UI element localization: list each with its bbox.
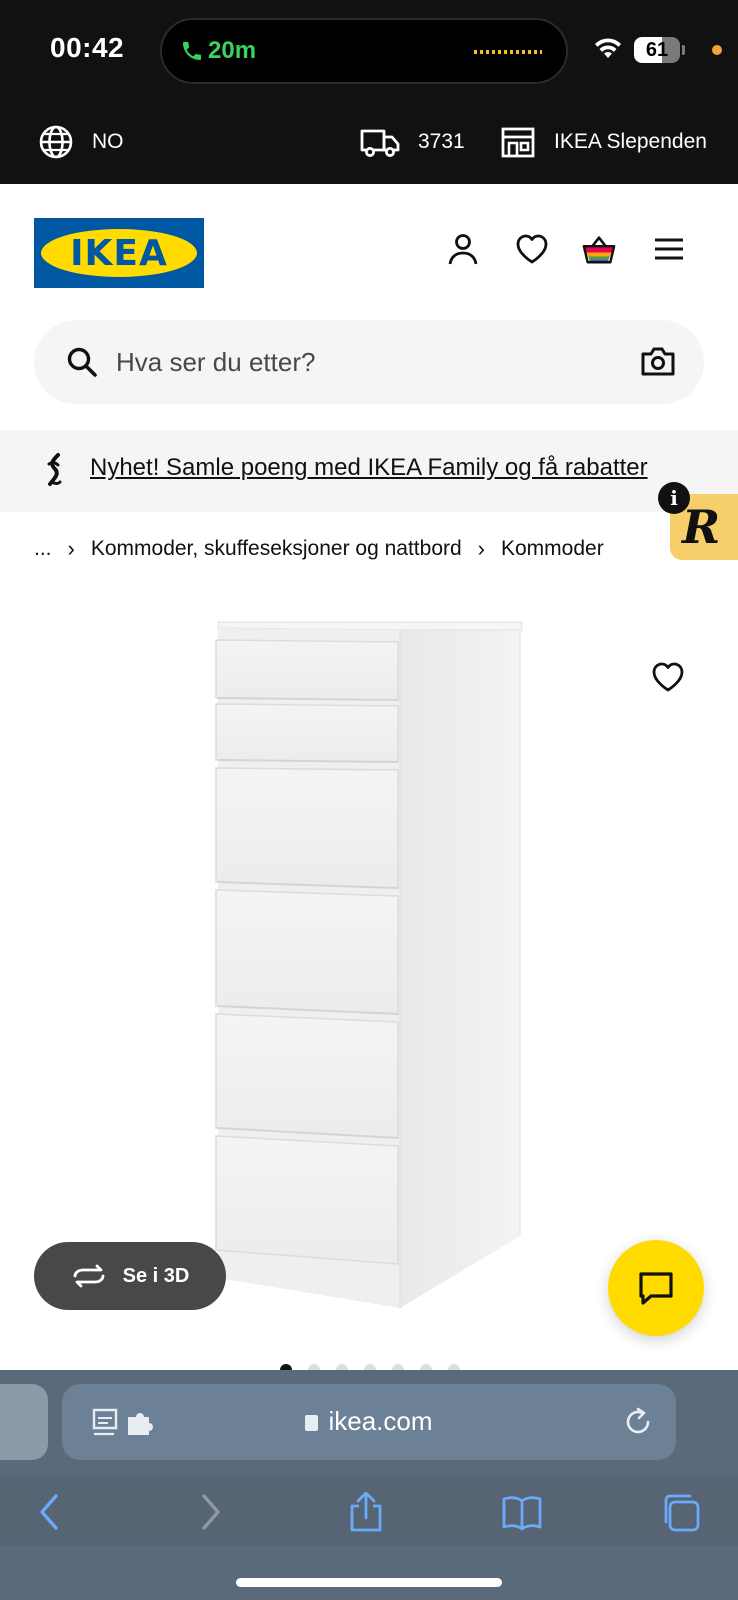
ikea-logo[interactable]: IKEA [34, 218, 204, 288]
store-selector[interactable]: IKEA Slependen [500, 124, 707, 160]
site-header: IKEA [0, 184, 738, 316]
lock-icon [305, 1415, 319, 1431]
logo-text: IKEA [70, 232, 168, 274]
reload-icon[interactable] [622, 1406, 654, 1438]
url-text: ikea.com [328, 1406, 433, 1436]
info-icon[interactable]: i [658, 482, 690, 514]
promo-link[interactable]: Nyhet! Samle poeng med IKEA Family og få… [90, 454, 648, 482]
logo-ellipse: IKEA [41, 229, 197, 277]
promo-banner: Nyhet! Samle poeng med IKEA Family og få… [0, 430, 738, 512]
utility-bar: NO 3731 IKEA Slependen [0, 100, 738, 184]
breadcrumb-current[interactable]: Kommoder [501, 537, 604, 561]
phone-icon [183, 42, 201, 60]
search-bar[interactable] [34, 320, 704, 404]
call-duration: 20m [208, 37, 257, 64]
camera-search-icon[interactable] [640, 344, 676, 378]
breadcrumb-parent[interactable]: Kommoder, skuffeseksjoner og nattbord [91, 537, 462, 561]
dynamic-island[interactable]: 20m [160, 18, 568, 84]
widget-logo: R [682, 500, 721, 554]
chat-bubble-icon [639, 1272, 673, 1305]
rotate-3d-icon [73, 1264, 105, 1288]
language-selector[interactable]: NO [38, 124, 124, 160]
breadcrumb-ellipsis[interactable]: ... [34, 537, 52, 561]
battery-tip [682, 45, 685, 55]
audio-waveform-icon [474, 50, 542, 54]
back-icon[interactable] [30, 1492, 70, 1532]
language-label: NO [92, 130, 124, 153]
add-to-favourites-icon[interactable] [650, 660, 686, 694]
search-input[interactable] [116, 340, 616, 384]
menu-icon[interactable] [652, 232, 686, 266]
favourites-icon[interactable] [515, 232, 549, 266]
search-icon [67, 347, 97, 377]
view-in-3d-button[interactable]: Se i 3D [34, 1242, 226, 1310]
bookmarks-icon[interactable] [502, 1492, 542, 1532]
account-icon[interactable] [446, 232, 480, 266]
globe-icon [39, 125, 73, 159]
privacy-indicator-dot [712, 45, 722, 55]
chat-button[interactable] [608, 1240, 704, 1336]
basket-icon[interactable] [582, 232, 616, 266]
browser-nav-row [0, 1476, 738, 1546]
chevron-right-icon: › [67, 536, 75, 561]
status-time: 00:42 [50, 32, 125, 63]
truck-icon [360, 129, 400, 157]
share-icon[interactable] [346, 1492, 386, 1532]
store-label: IKEA Slependen [554, 130, 707, 153]
tabs-icon[interactable] [660, 1492, 700, 1532]
chevron-right-icon: › [477, 536, 485, 561]
postcode-label: 3731 [418, 130, 465, 153]
url-display: ikea.com [62, 1406, 676, 1437]
forward-icon[interactable] [190, 1492, 230, 1532]
home-indicator[interactable] [236, 1578, 502, 1587]
wifi-icon [595, 38, 621, 58]
delivery-postcode[interactable]: 3731 [360, 124, 465, 160]
browser-toolbar: ikea.com [0, 1370, 738, 1600]
battery-indicator: 61 [634, 37, 680, 63]
breadcrumb: ... › Kommoder, skuffeseksjoner og nattb… [34, 534, 604, 564]
status-bar: 00:42 20m 61 [0, 0, 738, 100]
store-icon [501, 127, 535, 158]
view-in-3d-label: Se i 3D [122, 1264, 190, 1287]
product-image [215, 621, 523, 1308]
family-loyalty-icon [47, 453, 62, 486]
address-bar[interactable]: ikea.com [62, 1384, 676, 1460]
previous-tab-preview[interactable] [0, 1384, 48, 1460]
